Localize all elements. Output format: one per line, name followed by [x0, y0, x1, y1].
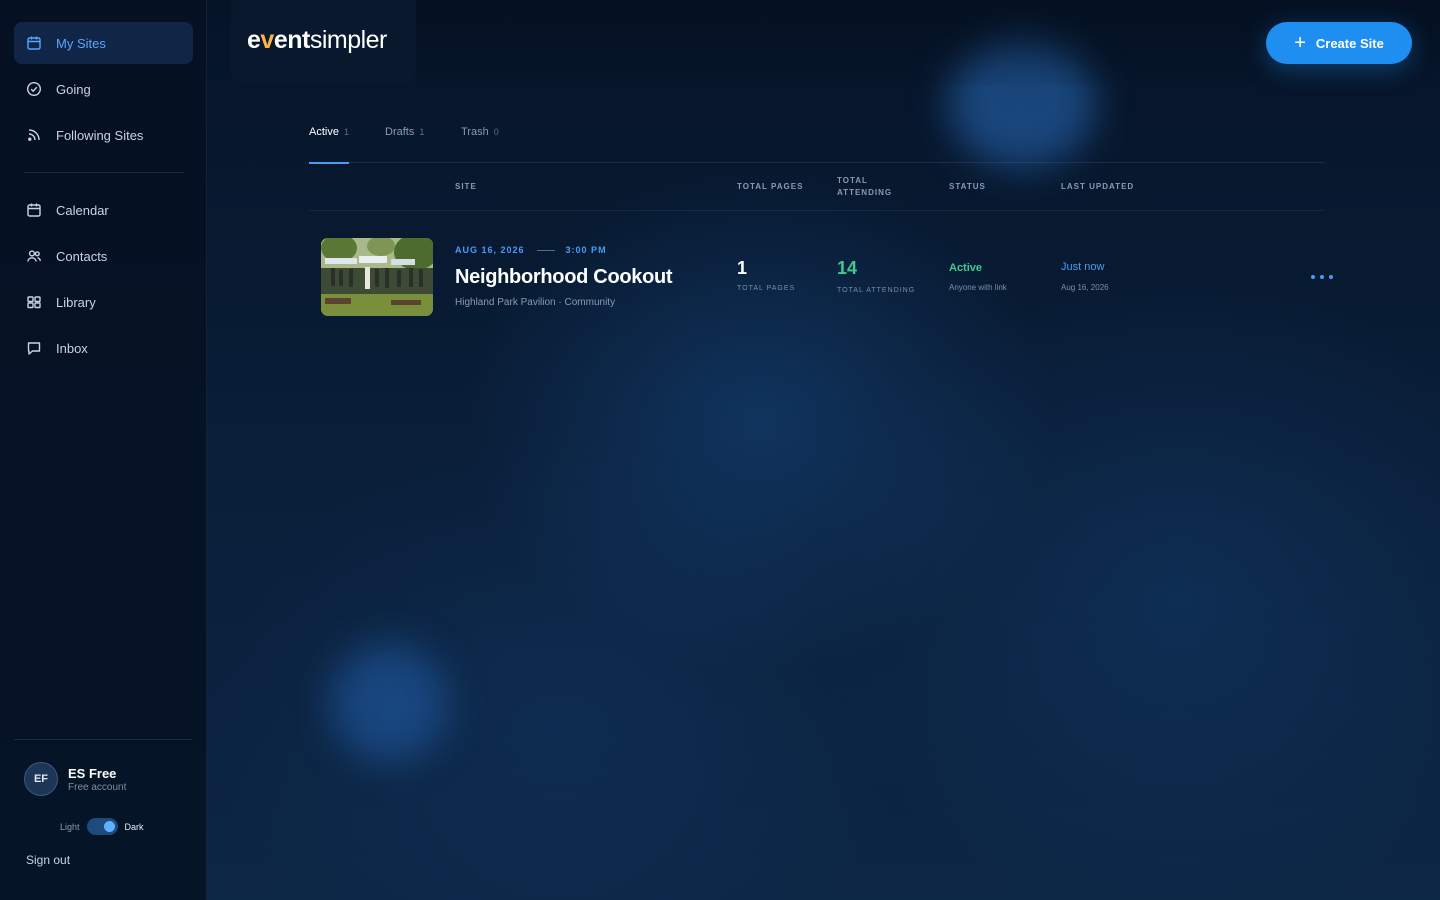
- dot: [1329, 275, 1333, 279]
- logo-event-v: v: [260, 26, 274, 54]
- sidebar-item-library[interactable]: Library: [14, 281, 193, 323]
- app-logo[interactable]: eventsimpler: [247, 26, 387, 55]
- tab-count: 0: [493, 127, 499, 137]
- last-updated-date: Aug 16, 2026: [1061, 283, 1109, 292]
- plus-icon: +: [1294, 32, 1306, 54]
- tab-label: Drafts: [385, 126, 415, 138]
- create-site-label: Create Site: [1315, 35, 1384, 51]
- table-header-divider: [309, 210, 1325, 211]
- column-header-last-updated: LAST UPDATED: [1061, 182, 1135, 191]
- total-pages-value: 1: [737, 258, 748, 278]
- tab-drafts[interactable]: Drafts 1: [385, 126, 424, 163]
- sidebar-item-label: Calendar: [56, 202, 109, 218]
- sidebar-item-label: Following Sites: [56, 127, 144, 143]
- grid-icon: [27, 296, 41, 309]
- sidebar: My Sites Going Following Sites Calendar …: [0, 0, 207, 900]
- status-tabs: Active 1 Drafts 1 Trash 0: [309, 126, 1325, 164]
- datetime-separator: [536, 249, 555, 251]
- sidebar-item-label: Inbox: [56, 340, 88, 356]
- total-attending-label: TOTAL ATTENDING: [837, 287, 916, 294]
- site-subtitle: Highland Park Pavilion · Community: [455, 297, 616, 308]
- column-header-status: STATUS: [949, 182, 986, 191]
- avatar: EF: [24, 762, 58, 796]
- sidebar-item-contacts[interactable]: Contacts: [14, 235, 193, 277]
- sidebar-divider: [24, 172, 184, 173]
- sidebar-item-label: Going: [56, 81, 91, 97]
- account-plan: Free account: [68, 781, 127, 793]
- column-header-site: SITE: [455, 182, 477, 191]
- background-glow: [330, 644, 448, 762]
- sidebar-item-my-sites[interactable]: My Sites: [14, 22, 193, 64]
- theme-light-label: Light: [60, 821, 80, 832]
- site-title[interactable]: Neighborhood Cookout: [455, 266, 673, 289]
- account-name: ES Free: [68, 765, 117, 781]
- event-datetime: AUG 16, 2026 3:00 PM: [455, 245, 607, 255]
- sidebar-item-label: My Sites: [56, 35, 106, 51]
- sidebar-divider: [14, 739, 192, 740]
- account-card[interactable]: EF ES Free Free account: [24, 762, 126, 796]
- tab-label: Active: [309, 126, 339, 138]
- rss-icon: [28, 129, 40, 141]
- total-pages-label: TOTAL PAGES: [737, 285, 796, 292]
- sidebar-item-label: Library: [56, 294, 96, 310]
- calendar-icon: [27, 36, 41, 50]
- total-attending-value: 14: [837, 258, 858, 278]
- create-site-button[interactable]: + Create Site: [1266, 22, 1412, 64]
- toggle-knob: [103, 821, 115, 832]
- status-visibility: Anyone with link: [949, 283, 1007, 292]
- sidebar-item-inbox[interactable]: Inbox: [14, 327, 193, 369]
- sidebar-item-label: Contacts: [56, 248, 108, 264]
- tab-count: 1: [419, 127, 425, 137]
- cookout-photo: [321, 238, 433, 316]
- sidebar-item-going[interactable]: Going: [14, 68, 193, 110]
- logo-event-rest: ent: [273, 26, 311, 54]
- sidebar-item-calendar[interactable]: Calendar: [14, 189, 193, 231]
- status-value: Active: [949, 262, 983, 274]
- tab-label: Trash: [461, 126, 489, 138]
- dot: [1311, 275, 1315, 279]
- logo-event: event: [247, 26, 310, 54]
- theme-switch: Light Dark: [60, 818, 144, 835]
- last-updated-value: Just now: [1061, 261, 1105, 273]
- column-header-total-attending: TOTAL ATTENDING: [837, 176, 893, 197]
- event-time: 3:00 PM: [565, 245, 607, 255]
- calendar-icon: [27, 203, 41, 217]
- sign-out-link[interactable]: Sign out: [26, 853, 70, 867]
- theme-toggle[interactable]: [86, 818, 118, 835]
- logo-simpler: simpler: [309, 26, 388, 54]
- more-options-icon[interactable]: [1308, 268, 1336, 286]
- sidebar-item-following-sites[interactable]: Following Sites: [14, 114, 193, 156]
- column-header-total-pages: TOTAL PAGES: [737, 182, 804, 191]
- logo-event-e: e: [247, 26, 261, 54]
- tab-active[interactable]: Active 1: [309, 126, 349, 164]
- check-circle-icon: [26, 81, 42, 97]
- event-date: AUG 16, 2026: [455, 245, 525, 255]
- message-icon: [27, 342, 41, 355]
- users-icon: [27, 250, 41, 262]
- tab-count: 1: [343, 127, 349, 137]
- theme-dark-label: Dark: [124, 821, 144, 832]
- tab-trash[interactable]: Trash 0: [461, 126, 499, 163]
- site-thumbnail[interactable]: [321, 238, 433, 316]
- dot: [1320, 275, 1324, 279]
